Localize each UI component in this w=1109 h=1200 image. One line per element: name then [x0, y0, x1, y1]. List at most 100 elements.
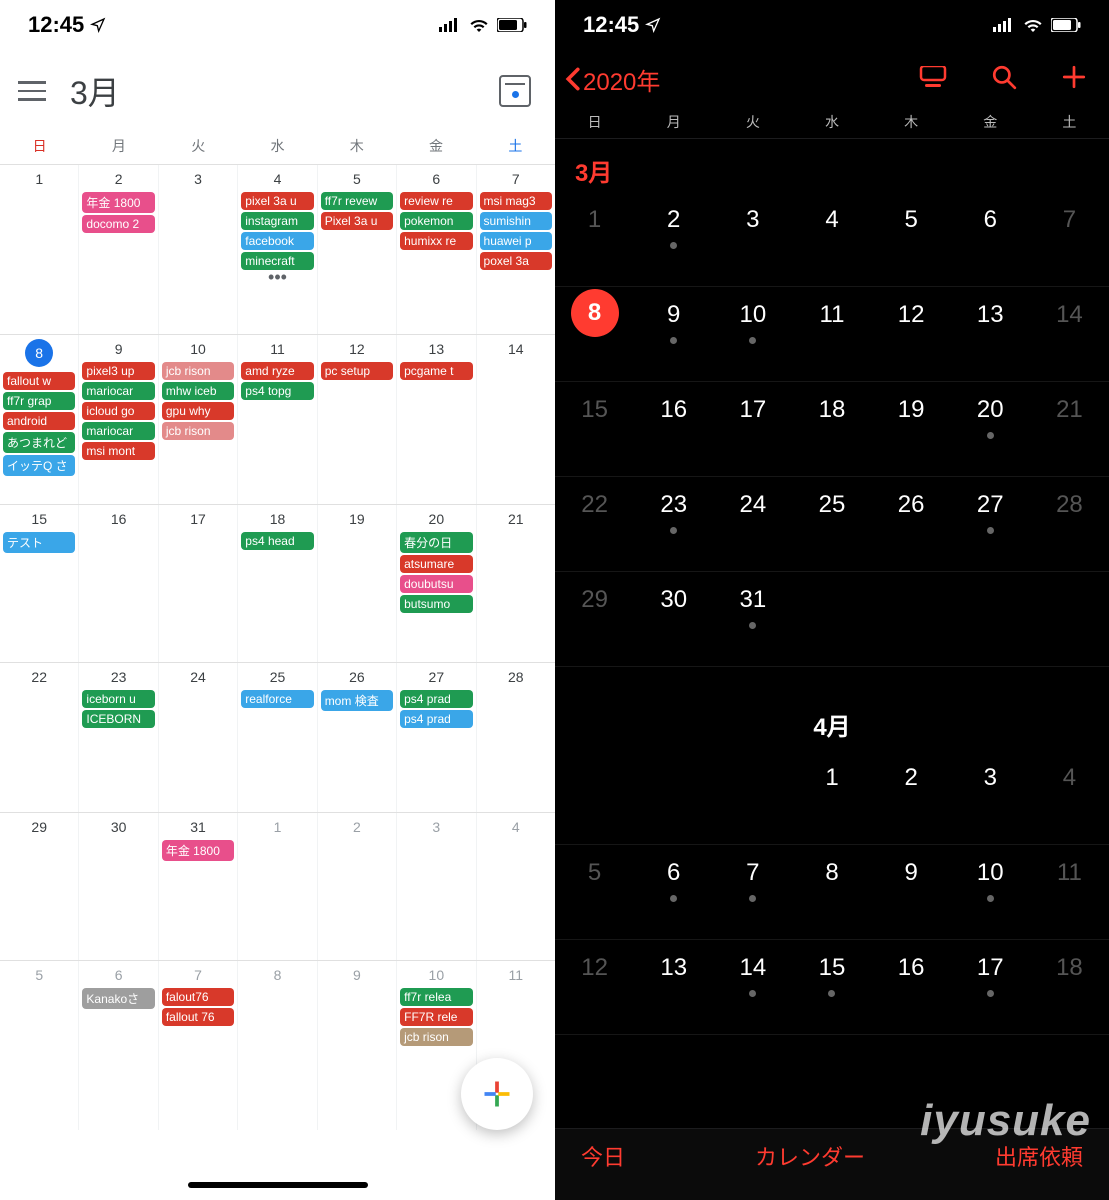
ios-day-cell[interactable]: 3: [951, 750, 1030, 844]
event-chip[interactable]: 年金 1800: [162, 840, 234, 861]
ios-day-cell[interactable]: 11: [1030, 845, 1109, 939]
gc-day-cell[interactable]: 23iceborn uICEBORN: [79, 663, 158, 812]
ios-day-cell[interactable]: 27: [951, 477, 1030, 571]
ios-month-grid-apr[interactable]: 123456789101112131415161718: [555, 750, 1109, 1035]
ios-month-grid-mar[interactable]: 1234567891011121314151617181920212223242…: [555, 192, 1109, 667]
ios-day-cell[interactable]: 7: [1030, 192, 1109, 286]
gc-day-cell[interactable]: 18ps4 head: [238, 505, 317, 662]
ios-day-cell[interactable]: 2: [634, 192, 713, 286]
event-chip[interactable]: huawei p: [480, 232, 552, 250]
menu-icon[interactable]: [18, 81, 46, 101]
ios-day-cell[interactable]: 16: [634, 382, 713, 476]
ios-day-cell[interactable]: 10: [951, 845, 1030, 939]
event-chip[interactable]: ICEBORN: [82, 710, 154, 728]
event-chip[interactable]: pc setup: [321, 362, 393, 380]
tab-calendars[interactable]: カレンダー: [755, 1140, 865, 1172]
event-chip[interactable]: Kanakoさ: [82, 988, 154, 1009]
event-chip[interactable]: facebook: [241, 232, 313, 250]
event-chip[interactable]: ps4 head: [241, 532, 313, 550]
event-chip[interactable]: mariocar: [82, 422, 154, 440]
event-chip[interactable]: doubutsu: [400, 575, 472, 593]
ios-day-cell[interactable]: 28: [1030, 477, 1109, 571]
event-chip[interactable]: ps4 topg: [241, 382, 313, 400]
ios-day-cell[interactable]: 25: [792, 477, 871, 571]
gc-day-cell[interactable]: 7msi mag3sumishinhuawei ppoxel 3a: [477, 165, 555, 334]
ios-day-cell[interactable]: 22: [555, 477, 634, 571]
gc-day-cell[interactable]: 21: [477, 505, 555, 662]
event-chip[interactable]: pixel3 up: [82, 362, 154, 380]
gc-day-cell[interactable]: 12pc setup: [318, 335, 397, 504]
event-chip[interactable]: mom 検査: [321, 690, 393, 711]
ios-day-cell[interactable]: 30: [634, 572, 713, 666]
ios-day-cell[interactable]: 4: [792, 192, 871, 286]
event-chip[interactable]: mhw iceb: [162, 382, 234, 400]
gc-day-cell[interactable]: 6Kanakoさ: [79, 961, 158, 1130]
ios-day-cell[interactable]: 20: [951, 382, 1030, 476]
event-chip[interactable]: pixel 3a u: [241, 192, 313, 210]
ios-day-cell[interactable]: 24: [713, 477, 792, 571]
event-chip[interactable]: FF7R rele: [400, 1008, 472, 1026]
gc-day-cell[interactable]: 26mom 検査: [318, 663, 397, 812]
ios-day-cell[interactable]: 17: [713, 382, 792, 476]
search-icon[interactable]: [991, 64, 1017, 95]
gc-day-cell[interactable]: 14: [477, 335, 555, 504]
ios-day-cell[interactable]: 13: [634, 940, 713, 1034]
event-chip[interactable]: mariocar: [82, 382, 154, 400]
gc-day-cell[interactable]: 4pixel 3a uinstagramfacebookminecraft•••: [238, 165, 317, 334]
more-events-icon[interactable]: •••: [239, 273, 315, 281]
event-chip[interactable]: イッテQ さ: [3, 455, 75, 476]
gc-day-cell[interactable]: 1: [0, 165, 79, 334]
event-chip[interactable]: 春分の日: [400, 532, 472, 553]
gc-day-cell[interactable]: 1: [238, 813, 317, 960]
ios-day-cell[interactable]: 21: [1030, 382, 1109, 476]
tab-today[interactable]: 今日: [581, 1140, 625, 1172]
ios-day-cell[interactable]: 18: [792, 382, 871, 476]
ios-day-cell[interactable]: 8: [555, 287, 634, 381]
gc-day-cell[interactable]: 10jcb risonmhw icebgpu whyjcb rison: [159, 335, 238, 504]
gc-day-cell[interactable]: 13pcgame t: [397, 335, 476, 504]
gc-day-cell[interactable]: 7falout76fallout 76: [159, 961, 238, 1130]
ios-day-cell[interactable]: 1: [792, 750, 871, 844]
ios-day-cell[interactable]: 14: [713, 940, 792, 1034]
ios-day-cell[interactable]: 1: [555, 192, 634, 286]
ios-day-cell[interactable]: 7: [713, 845, 792, 939]
gc-day-cell[interactable]: 4: [477, 813, 555, 960]
ios-day-cell[interactable]: 2: [872, 750, 951, 844]
ios-day-cell[interactable]: 16: [872, 940, 951, 1034]
gc-day-cell[interactable]: 5ff7r revewPixel 3a u: [318, 165, 397, 334]
ios-day-cell[interactable]: 5: [872, 192, 951, 286]
ios-day-cell[interactable]: 13: [951, 287, 1030, 381]
event-chip[interactable]: ps4 prad: [400, 710, 472, 728]
ios-day-cell[interactable]: 12: [872, 287, 951, 381]
event-chip[interactable]: sumishin: [480, 212, 552, 230]
list-view-icon[interactable]: [919, 66, 947, 93]
event-chip[interactable]: テスト: [3, 532, 75, 553]
ios-day-cell[interactable]: 29: [555, 572, 634, 666]
event-chip[interactable]: jcb rison: [400, 1028, 472, 1046]
ios-day-cell[interactable]: 10: [713, 287, 792, 381]
gc-day-cell[interactable]: 3: [397, 813, 476, 960]
event-chip[interactable]: Pixel 3a u: [321, 212, 393, 230]
event-chip[interactable]: gpu why: [162, 402, 234, 420]
event-chip[interactable]: fallout w: [3, 372, 75, 390]
gc-day-cell[interactable]: 30: [79, 813, 158, 960]
ios-day-cell[interactable]: 6: [634, 845, 713, 939]
add-event-fab[interactable]: [461, 1058, 533, 1130]
gc-day-cell[interactable]: 19: [318, 505, 397, 662]
ios-day-cell[interactable]: 26: [872, 477, 951, 571]
today-icon[interactable]: [499, 75, 531, 107]
add-icon[interactable]: [1061, 64, 1087, 95]
ios-day-cell[interactable]: 15: [792, 940, 871, 1034]
gc-day-cell[interactable]: 11amd ryzeps4 topg: [238, 335, 317, 504]
event-chip[interactable]: realforce: [241, 690, 313, 708]
tab-inbox[interactable]: 出席依頼: [995, 1140, 1083, 1172]
event-chip[interactable]: 年金 1800: [82, 192, 154, 213]
event-chip[interactable]: butsumo: [400, 595, 472, 613]
event-chip[interactable]: ps4 prad: [400, 690, 472, 708]
gc-day-cell[interactable]: 22: [0, 663, 79, 812]
ios-day-cell[interactable]: 12: [555, 940, 634, 1034]
gc-day-cell[interactable]: 24: [159, 663, 238, 812]
event-chip[interactable]: pokemon: [400, 212, 472, 230]
gc-day-cell[interactable]: 9pixel3 upmariocaricloud gomariocarmsi m…: [79, 335, 158, 504]
event-chip[interactable]: pcgame t: [400, 362, 472, 380]
